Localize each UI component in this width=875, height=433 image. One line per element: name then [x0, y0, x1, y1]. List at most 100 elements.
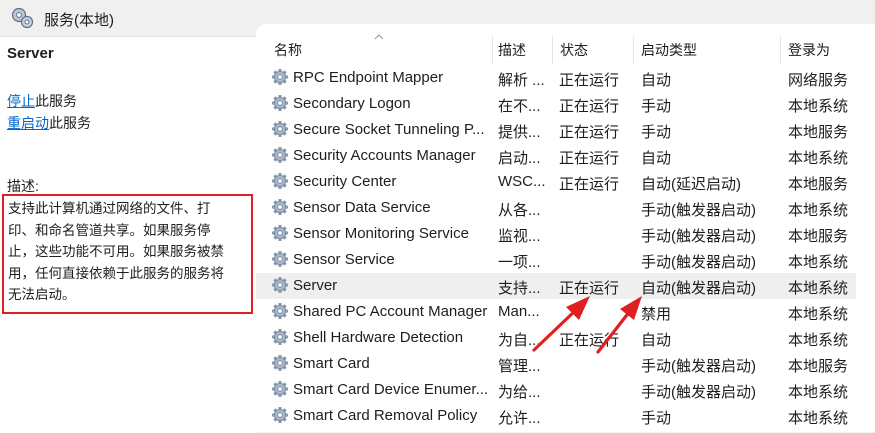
- service-description: 启动...: [498, 150, 541, 167]
- description-label: 描述:: [7, 178, 39, 194]
- stop-service-link[interactable]: 停止: [7, 93, 35, 109]
- service-gear-icon: [271, 94, 289, 112]
- column-divider[interactable]: [492, 36, 493, 64]
- column-header-status[interactable]: 状态: [560, 40, 588, 64]
- service-logon-as: 本地系统: [788, 202, 849, 219]
- service-description: Man...: [498, 303, 540, 320]
- column-header-startup-type[interactable]: 启动类型: [641, 40, 697, 64]
- service-row[interactable]: Shell Hardware Detection 为自... 正在运行 自动 本…: [256, 325, 856, 351]
- service-row[interactable]: Secondary Logon 在不... 正在运行 手动 本地系统: [256, 91, 856, 117]
- column-divider[interactable]: [780, 36, 781, 64]
- description-line: 支持此计算机通过网络的文件、打: [8, 201, 211, 216]
- service-description: 支持...: [498, 280, 541, 297]
- service-startup-type: 手动(触发器启动): [641, 228, 756, 245]
- service-startup-type: 手动(触发器启动): [641, 384, 756, 401]
- vertical-scrollbar[interactable]: [857, 64, 875, 432]
- description-line: 印、和命名管道共享。如果服务停: [8, 222, 211, 238]
- service-gear-icon: [271, 302, 289, 320]
- services-gear-icon: [11, 7, 34, 29]
- service-gear-icon: [271, 380, 289, 398]
- service-row[interactable]: Smart Card 管理... 手动(触发器启动) 本地服务: [256, 351, 856, 377]
- service-row[interactable]: Secure Socket Tunneling P... 提供... 正在运行 …: [256, 117, 856, 143]
- service-gear-icon: [271, 224, 289, 242]
- column-divider[interactable]: [633, 36, 634, 64]
- description-line: 无法启动。: [8, 287, 76, 302]
- service-startup-type: 手动(触发器启动): [641, 202, 756, 219]
- service-row[interactable]: Sensor Data Service 从各... 手动(触发器启动) 本地系统: [256, 195, 856, 221]
- service-description: 为给...: [498, 384, 541, 401]
- service-startup-type: 手动(触发器启动): [641, 254, 756, 271]
- description-line: 用，任何直接依赖于此服务的服务将: [8, 265, 224, 281]
- restart-service-link[interactable]: 重启动: [7, 115, 49, 131]
- service-description: 监视...: [498, 228, 541, 245]
- service-name: RPC Endpoint Mapper: [293, 69, 444, 86]
- column-header-name[interactable]: 名称: [274, 40, 302, 64]
- service-gear-icon: [271, 120, 289, 138]
- service-gear-icon: [271, 354, 289, 372]
- service-logon-as: 本地系统: [788, 280, 849, 297]
- service-row[interactable]: Smart Card Removal Policy 允许... 手动 本地系统: [256, 403, 856, 429]
- service-logon-as: 本地服务: [788, 176, 849, 193]
- stop-action: 停止此服务: [7, 91, 77, 111]
- column-headers: 名称 描述 状态 启动类型 登录为: [256, 24, 875, 64]
- service-row[interactable]: Security Center WSC... 正在运行 自动(延迟启动) 本地服…: [256, 169, 856, 195]
- details-pane: Server 停止此服务 重启动此服务 描述: 支持此计算机通过网络的文件、打 …: [0, 36, 256, 433]
- service-row[interactable]: Sensor Service 一项... 手动(触发器启动) 本地系统: [256, 247, 856, 273]
- service-gear-icon: [271, 250, 289, 268]
- service-gear-icon: [271, 328, 289, 346]
- service-logon-as: 本地系统: [788, 150, 849, 167]
- service-gear-icon: [271, 146, 289, 164]
- column-header-logon-as[interactable]: 登录为: [788, 40, 830, 64]
- service-name: Secure Socket Tunneling P...: [293, 121, 485, 138]
- service-gear-icon: [271, 198, 289, 216]
- service-name: Shared PC Account Manager: [293, 303, 488, 320]
- service-name: Shell Hardware Detection: [293, 329, 464, 346]
- service-status: 正在运行: [559, 72, 620, 89]
- service-logon-as: 本地系统: [788, 332, 849, 349]
- service-gear-icon: [271, 172, 289, 190]
- service-startup-type: 禁用: [641, 306, 672, 323]
- service-startup-type: 自动(延迟启动): [641, 176, 741, 193]
- service-row[interactable]: RPC Endpoint Mapper 解析 ... 正在运行 自动 网络服务: [256, 65, 856, 91]
- service-row[interactable]: Shared PC Account Manager Man... 禁用 本地系统: [256, 299, 856, 325]
- service-description: WSC...: [498, 173, 546, 190]
- service-gear-icon: [271, 406, 289, 424]
- service-name: Smart Card Device Enumer...: [293, 381, 489, 398]
- service-description: 允许...: [498, 410, 541, 427]
- service-logon-as: 本地服务: [788, 228, 849, 245]
- service-gear-icon: [271, 68, 289, 86]
- column-divider[interactable]: [552, 36, 553, 64]
- service-logon-as: 本地服务: [788, 124, 849, 141]
- service-description: 在不...: [498, 98, 541, 115]
- service-startup-type: 手动: [641, 98, 672, 115]
- service-name: Sensor Monitoring Service: [293, 225, 469, 242]
- service-startup-type: 自动: [641, 332, 672, 349]
- service-description: 管理...: [498, 358, 541, 375]
- service-name: Security Accounts Manager: [293, 147, 476, 164]
- service-logon-as: 本地服务: [788, 358, 849, 375]
- service-row-selected[interactable]: Server 支持... 正在运行 自动(触发器启动) 本地系统: [256, 273, 856, 299]
- service-status: 正在运行: [559, 150, 620, 167]
- service-status: 正在运行: [559, 176, 620, 193]
- restart-action-suffix: 此服务: [49, 115, 91, 131]
- service-description: 从各...: [498, 202, 541, 219]
- service-startup-type: 手动: [641, 410, 672, 427]
- service-row[interactable]: Security Accounts Manager 启动... 正在运行 自动 …: [256, 143, 856, 169]
- column-header-description[interactable]: 描述: [498, 40, 526, 64]
- stop-action-suffix: 此服务: [35, 93, 77, 109]
- service-status: 正在运行: [559, 98, 620, 115]
- service-name: Smart Card: [293, 355, 370, 372]
- selected-service-name: Server: [7, 45, 54, 62]
- description-line: 止，这些功能不可用。如果服务被禁: [8, 244, 224, 259]
- service-startup-type: 自动: [641, 150, 672, 167]
- service-name: Secondary Logon: [293, 95, 411, 112]
- service-row[interactable]: Smart Card Device Enumer... 为给... 手动(触发器…: [256, 377, 856, 403]
- description-text: 支持此计算机通过网络的文件、打 印、和命名管道共享。如果服务停 止，这些功能不可…: [2, 194, 253, 314]
- service-row[interactable]: Sensor Monitoring Service 监视... 手动(触发器启动…: [256, 221, 856, 247]
- service-description: 一项...: [498, 254, 541, 271]
- service-startup-type: 自动(触发器启动): [641, 280, 756, 297]
- service-name: Sensor Service: [293, 251, 395, 268]
- service-startup-type: 自动: [641, 72, 672, 89]
- window-title: 服务(本地): [44, 12, 114, 29]
- service-startup-type: 手动(触发器启动): [641, 358, 756, 375]
